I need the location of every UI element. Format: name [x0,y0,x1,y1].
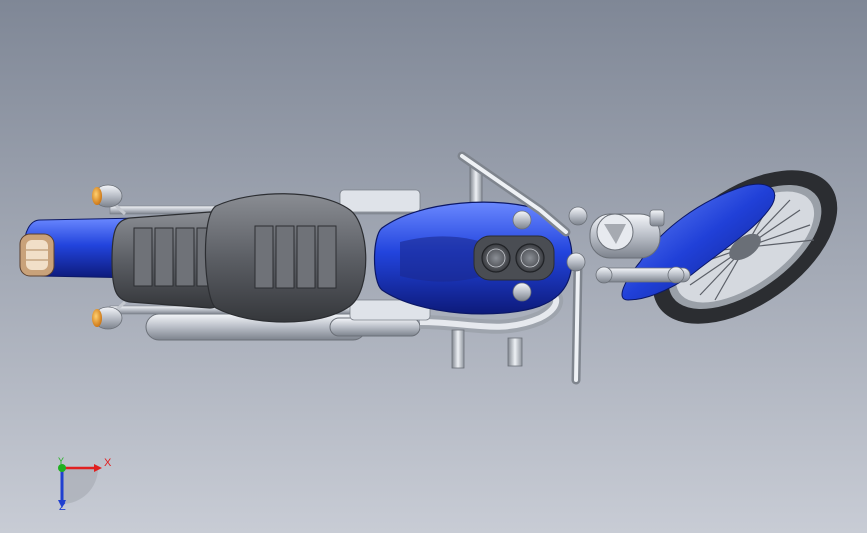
instrument-console [473,235,555,281]
graphics-viewport[interactable]: X Y Z [0,0,867,533]
tachometer-gauge [515,243,545,273]
tail-light [19,233,55,277]
model-view[interactable] [0,0,867,533]
triad-y-label: Y [58,456,65,466]
triad-z-label: Z [59,501,66,513]
triad-x-label: X [104,457,112,469]
tank-knob-bottom [512,282,532,302]
tank-knob-top [512,210,532,230]
coordinate-triad: X Y Z [48,452,118,522]
speedometer-gauge [481,243,511,273]
rider-seat [204,193,367,323]
